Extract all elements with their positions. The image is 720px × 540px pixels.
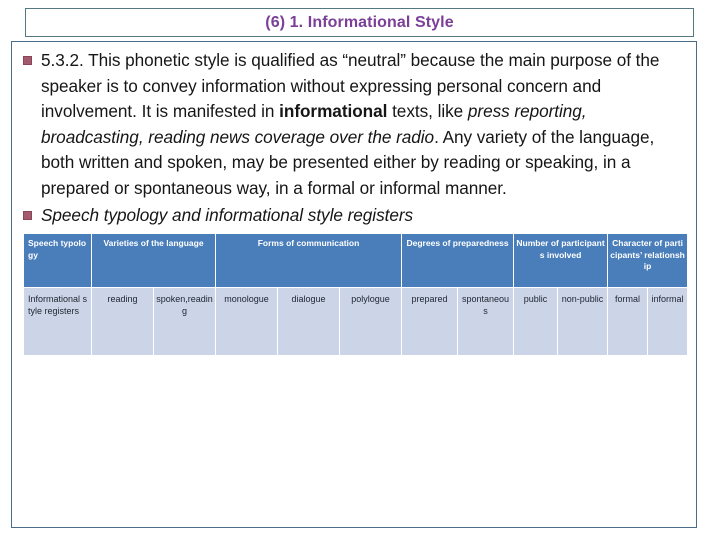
subheading-text: Speech typology and informational style … <box>41 205 414 225</box>
table-header-row: Speech typology Varieties of the languag… <box>23 233 689 288</box>
table-header-cell: Speech typology <box>23 233 92 288</box>
bullet-subheading: Speech typology and informational style … <box>20 204 688 227</box>
square-bullet-icon <box>23 211 32 220</box>
table-header-cell: Forms of communication <box>215 233 403 288</box>
registers-table-wrapper: Speech typology Varieties of the languag… <box>23 233 689 356</box>
table-cell: reading <box>91 287 154 356</box>
table-header-cell: Number of participants involved <box>513 233 609 288</box>
table-cell: non-public <box>557 287 609 356</box>
table-cell: formal <box>607 287 649 356</box>
slide-body-box: 5.3.2. This phonetic style is qualified … <box>11 41 697 528</box>
table-cell: polylogue <box>339 287 403 356</box>
table-header-cell: Degrees of preparedness <box>401 233 515 288</box>
table-cell: monologue <box>215 287 279 356</box>
paragraph-bold-informational: informational <box>279 101 388 121</box>
paragraph-segment-2: texts, like <box>387 101 468 121</box>
slide-title-box: (6) 1. Informational Style <box>25 8 694 37</box>
table-row: Informational style registers reading sp… <box>23 287 689 356</box>
table-cell: informal <box>647 287 689 356</box>
table-cell: public <box>513 287 559 356</box>
table-body: Informational style registers reading sp… <box>23 287 689 356</box>
page-title: (6) 1. Informational Style <box>265 13 454 31</box>
registers-table: Speech typology Varieties of the languag… <box>23 233 689 356</box>
table-cell: dialogue <box>277 287 341 356</box>
table-cell: prepared <box>401 287 459 356</box>
table-header-cell: Character of participants’ relationship <box>607 233 689 288</box>
paragraph-text: 5.3.2. This phonetic style is qualified … <box>41 48 688 201</box>
bullet-subheading-body: Speech typology and informational style … <box>41 204 688 227</box>
table-cell: Informational style registers <box>23 287 92 356</box>
table-cell: spoken,reading <box>152 287 217 356</box>
bullet-paragraph: 5.3.2. This phonetic style is qualified … <box>20 48 688 201</box>
table-head: Speech typology Varieties of the languag… <box>23 233 689 288</box>
table-header-cell: Varieties of the language <box>90 233 217 288</box>
square-bullet-icon <box>23 56 32 65</box>
table-cell: spontaneous <box>457 287 515 356</box>
bullet-paragraph-body: 5.3.2. This phonetic style is qualified … <box>41 48 688 201</box>
slide: (6) 1. Informational Style 5.3.2. This p… <box>0 0 720 540</box>
